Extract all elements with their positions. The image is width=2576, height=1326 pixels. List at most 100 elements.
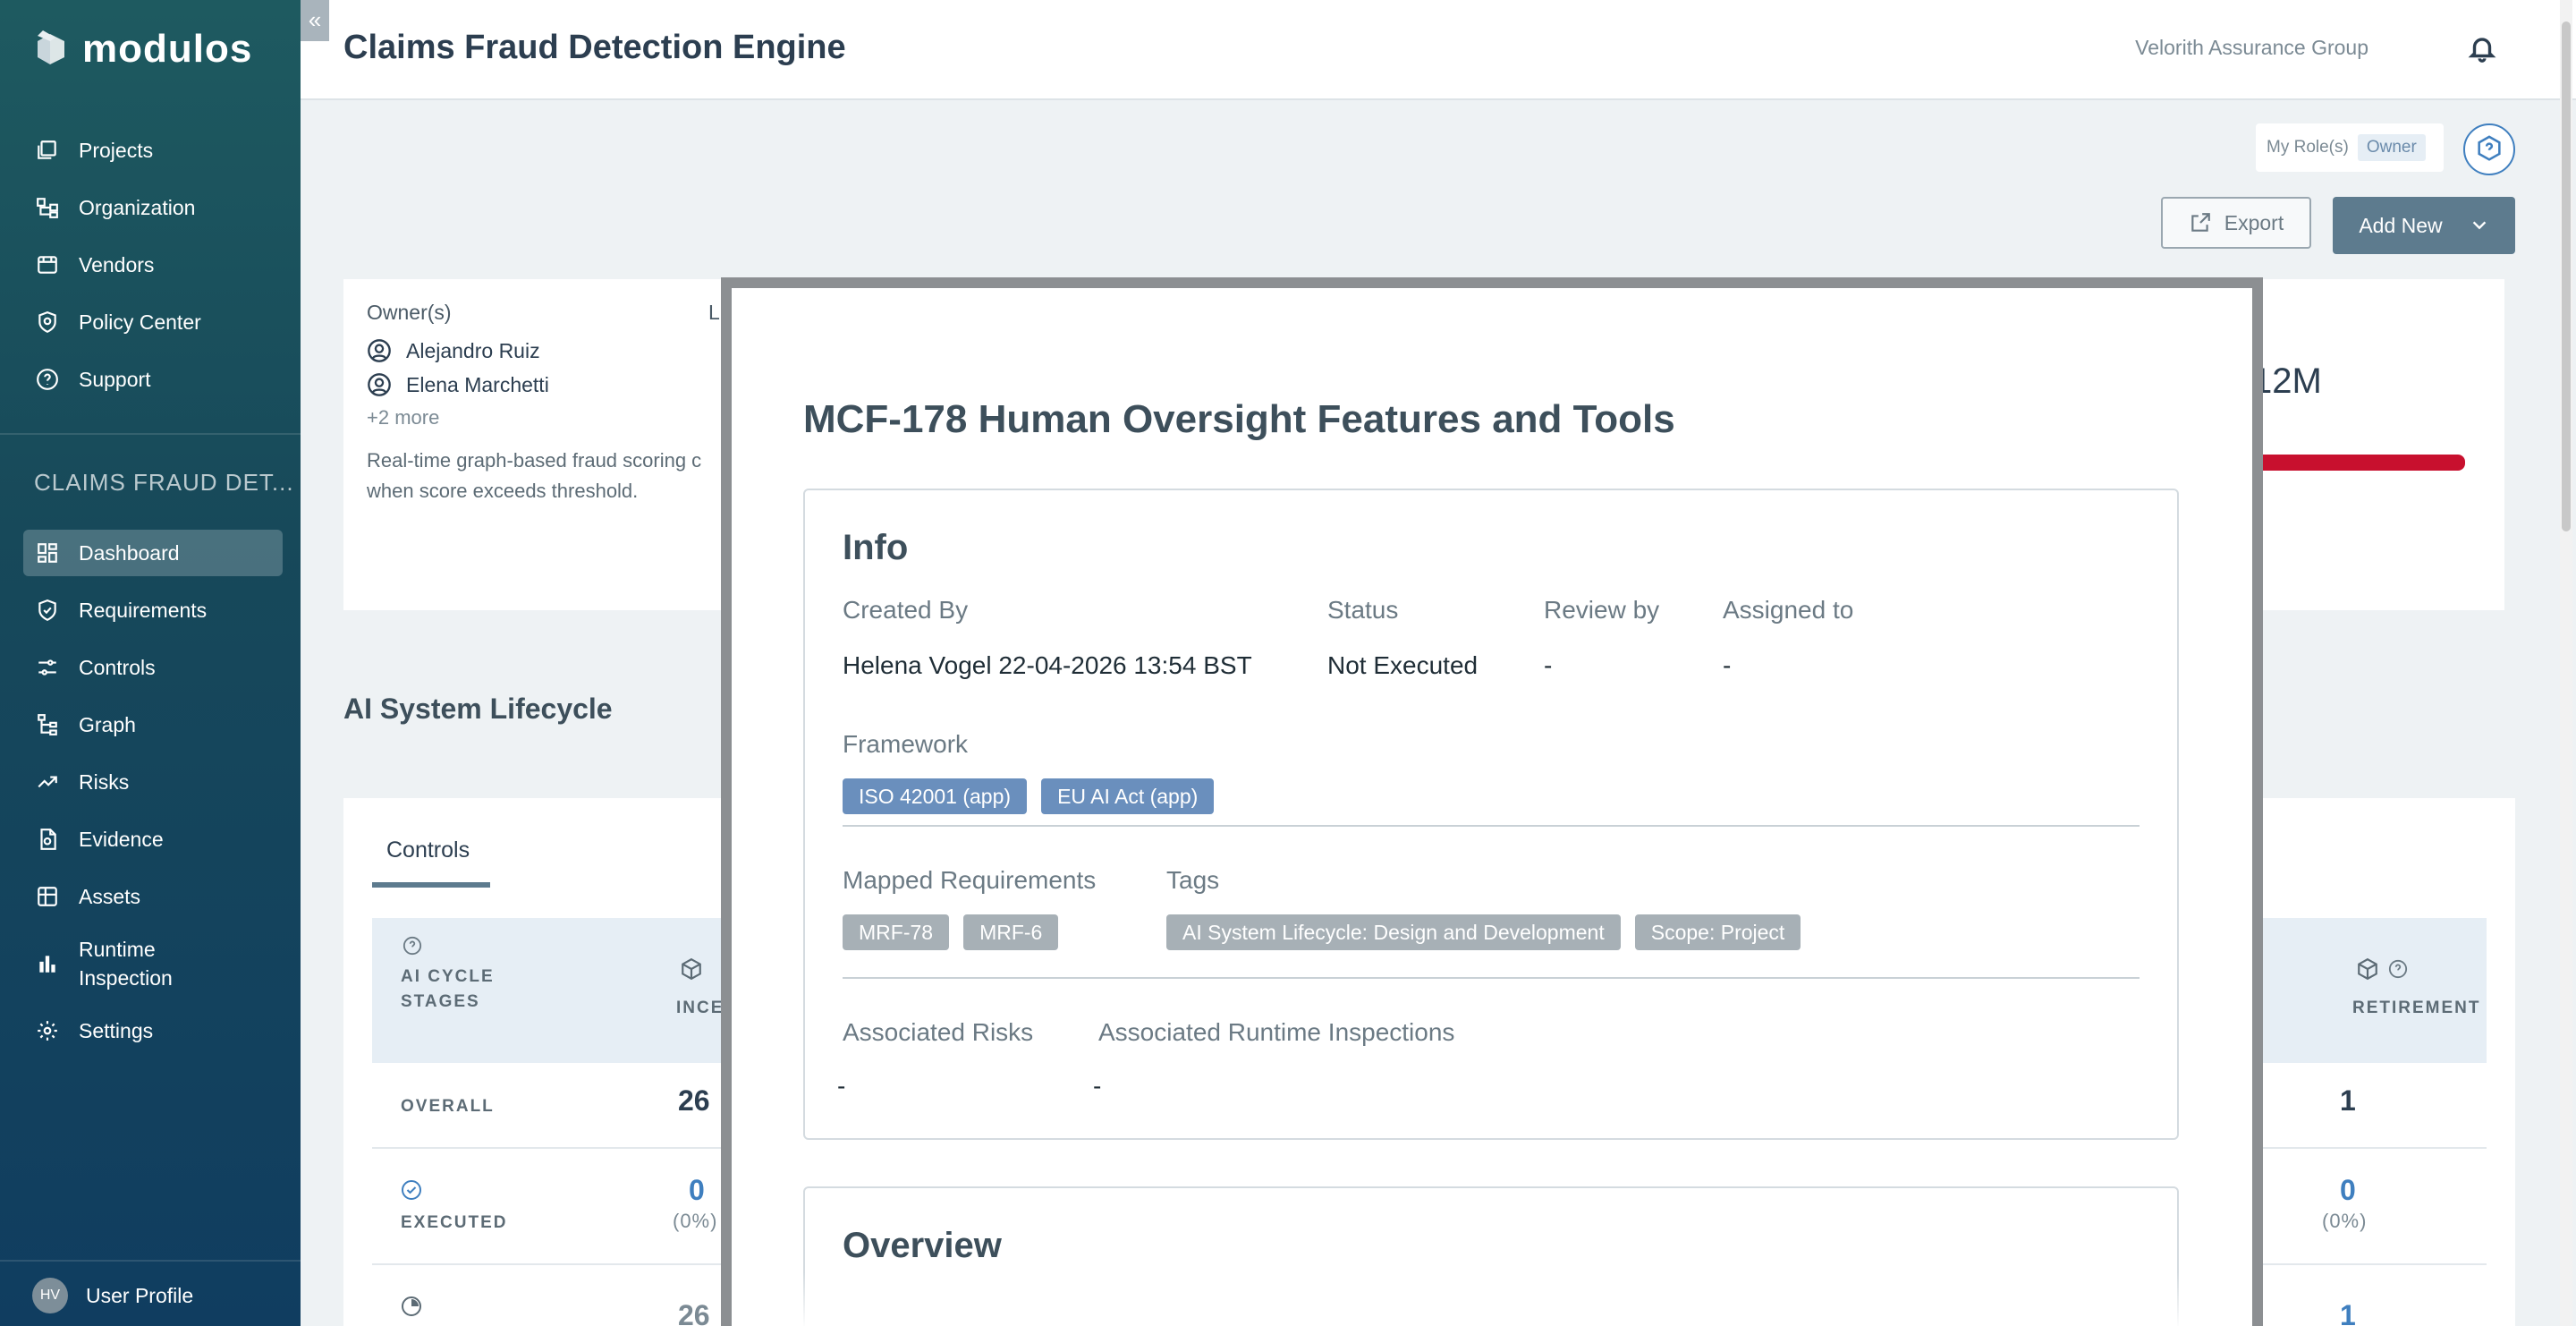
- sidebar-item-organization[interactable]: Organization: [23, 184, 283, 231]
- sidebar-item-controls[interactable]: Controls: [23, 644, 283, 691]
- help-icon[interactable]: [402, 936, 422, 956]
- bell-icon[interactable]: [2467, 32, 2497, 64]
- role-help-button[interactable]: [2463, 123, 2515, 175]
- controls-icon: [36, 656, 59, 679]
- tag-chip[interactable]: Scope: Project: [1634, 914, 1801, 950]
- status-value: Not Executed: [1327, 651, 1479, 679]
- sidebar-item-label: Vendors: [79, 252, 155, 276]
- sidebar-item-label: Graph: [79, 712, 136, 736]
- sidebar-item-risks[interactable]: Risks: [23, 759, 283, 805]
- sidebar-item-label: Runtime Inspection: [79, 938, 173, 990]
- page-title: Claims Fraud Detection Engine: [343, 29, 846, 66]
- pending-inception-count[interactable]: 26: [678, 1299, 710, 1326]
- sidebar: modulos Projects Organization Vendors Po…: [0, 0, 301, 1326]
- section-title: AI System Lifecycle: [343, 693, 613, 725]
- role-label: My Role(s): [2267, 138, 2349, 157]
- sidebar-item-policy-center[interactable]: Policy Center: [23, 299, 283, 345]
- assets-icon: [36, 885, 59, 908]
- created-by-label: Created By: [843, 596, 969, 624]
- requirement-tag[interactable]: MRF-78: [843, 914, 950, 950]
- sidebar-item-label: Support: [79, 367, 151, 391]
- collapse-sidebar-button[interactable]: «: [301, 0, 329, 41]
- mapped-requirement-tags: MRF-78 MRF-6: [843, 914, 1059, 950]
- associated-inspections-value: -: [1093, 1072, 1102, 1100]
- sidebar-item-settings[interactable]: Settings: [23, 1007, 283, 1054]
- sidebar-item-requirements[interactable]: Requirements: [23, 587, 283, 633]
- dashboard-icon: [36, 541, 59, 565]
- row-label-executed: EXECUTED: [401, 1213, 508, 1232]
- sidebar-item-label: Controls: [79, 655, 156, 679]
- owners-label: Owner(s): [367, 301, 452, 324]
- tab-controls[interactable]: Controls: [386, 837, 470, 863]
- executed-inception-count[interactable]: 0: [689, 1174, 705, 1207]
- graph-icon: [36, 713, 59, 736]
- pending-retirement-count[interactable]: 1: [2340, 1299, 2356, 1326]
- trend-up-icon: [36, 770, 59, 794]
- review-by-label: Review by: [1544, 596, 1660, 624]
- sidebar-item-label: Policy Center: [79, 310, 201, 334]
- sidebar-item-label: Evidence: [79, 827, 164, 851]
- description-line: when score exceeds threshold.: [367, 480, 639, 502]
- sidebar-item-vendors[interactable]: Vendors: [23, 242, 283, 288]
- sidebar-divider: [0, 433, 301, 435]
- metric-progress-bar: [2263, 455, 2465, 471]
- export-button[interactable]: Export: [2161, 197, 2311, 249]
- executed-retirement-count[interactable]: 0: [2340, 1174, 2356, 1207]
- sidebar-item-projects[interactable]: Projects: [23, 127, 283, 174]
- help-icon[interactable]: [2388, 959, 2408, 979]
- sidebar-item-evidence[interactable]: Evidence: [23, 816, 283, 863]
- modulos-logo-icon: [34, 29, 68, 70]
- framework-tag[interactable]: ISO 42001 (app): [843, 778, 1028, 814]
- info-divider: [843, 825, 2140, 827]
- associated-inspections-label: Associated Runtime Inspections: [1098, 1018, 1455, 1046]
- control-detail-modal: MCF-178 Human Oversight Features and Too…: [732, 288, 2252, 1326]
- sidebar-item-label: Dashboard: [79, 540, 180, 565]
- project-nav: Dashboard Requirements Controls Graph Ri…: [23, 530, 283, 1065]
- sidebar-item-assets[interactable]: Assets: [23, 873, 283, 920]
- tag-chip[interactable]: AI System Lifecycle: Design and Developm…: [1166, 914, 1621, 950]
- cube-icon: [2358, 957, 2377, 981]
- project-heading: CLAIMS FRAUD DET...: [34, 469, 294, 496]
- support-icon: [36, 368, 59, 391]
- owner-name: Alejandro Ruiz: [406, 338, 540, 362]
- user-profile-label: User Profile: [86, 1283, 194, 1307]
- owner-item[interactable]: Alejandro Ruiz: [367, 338, 540, 363]
- external-link-icon: [2191, 213, 2210, 232]
- organization-name[interactable]: Velorith Assurance Group: [2135, 36, 2368, 60]
- associated-risks-value: -: [837, 1072, 846, 1100]
- stage-label: AI CYCLE STAGES: [401, 967, 495, 1011]
- description-line: Real-time graph-based fraud scoring c: [367, 449, 702, 472]
- overall-inception-count[interactable]: 26: [678, 1084, 710, 1118]
- sidebar-item-runtime-inspection[interactable]: Runtime Inspection: [23, 931, 283, 997]
- sidebar-item-label: Assets: [79, 884, 141, 908]
- requirement-tag[interactable]: MRF-6: [963, 914, 1059, 950]
- truncated-label: L: [708, 301, 720, 324]
- associated-risks-label: Associated Risks: [843, 1018, 1034, 1046]
- user-profile[interactable]: HV User Profile: [32, 1278, 193, 1313]
- sidebar-item-support[interactable]: Support: [23, 356, 283, 403]
- owner-name: Elena Marchetti: [406, 372, 549, 396]
- cube-icon: [682, 957, 701, 981]
- stage-col-inception: INCE: [676, 999, 724, 1017]
- evidence-icon: [36, 828, 59, 851]
- info-divider: [843, 977, 2140, 979]
- sidebar-item-graph[interactable]: Graph: [23, 701, 283, 748]
- overall-retirement-count[interactable]: 1: [2340, 1084, 2356, 1118]
- logo[interactable]: modulos: [34, 27, 252, 72]
- sidebar-item-label: Risks: [79, 769, 130, 794]
- add-new-label: Add New: [2359, 213, 2443, 237]
- modal-title: MCF-178 Human Oversight Features and Too…: [803, 397, 1675, 441]
- page-scrollbar-thumb[interactable]: [2562, 21, 2571, 531]
- sidebar-item-label: Organization: [79, 195, 196, 219]
- tags-label: Tags: [1166, 866, 1220, 894]
- sidebar-item-dashboard[interactable]: Dashboard: [23, 530, 283, 576]
- stage-col-retirement: RETIREMENT: [2352, 999, 2481, 1017]
- active-tab-indicator: [372, 882, 490, 888]
- more-owners-link[interactable]: +2 more: [367, 406, 439, 429]
- framework-tag[interactable]: EU AI Act (app): [1041, 778, 1215, 814]
- add-new-button[interactable]: Add New: [2333, 197, 2515, 254]
- overview-title: Overview: [843, 1226, 1002, 1265]
- owner-item[interactable]: Elena Marchetti: [367, 372, 549, 397]
- role-badge: Owner: [2357, 134, 2426, 161]
- header: Claims Fraud Detection Engine Velorith A…: [301, 0, 2576, 100]
